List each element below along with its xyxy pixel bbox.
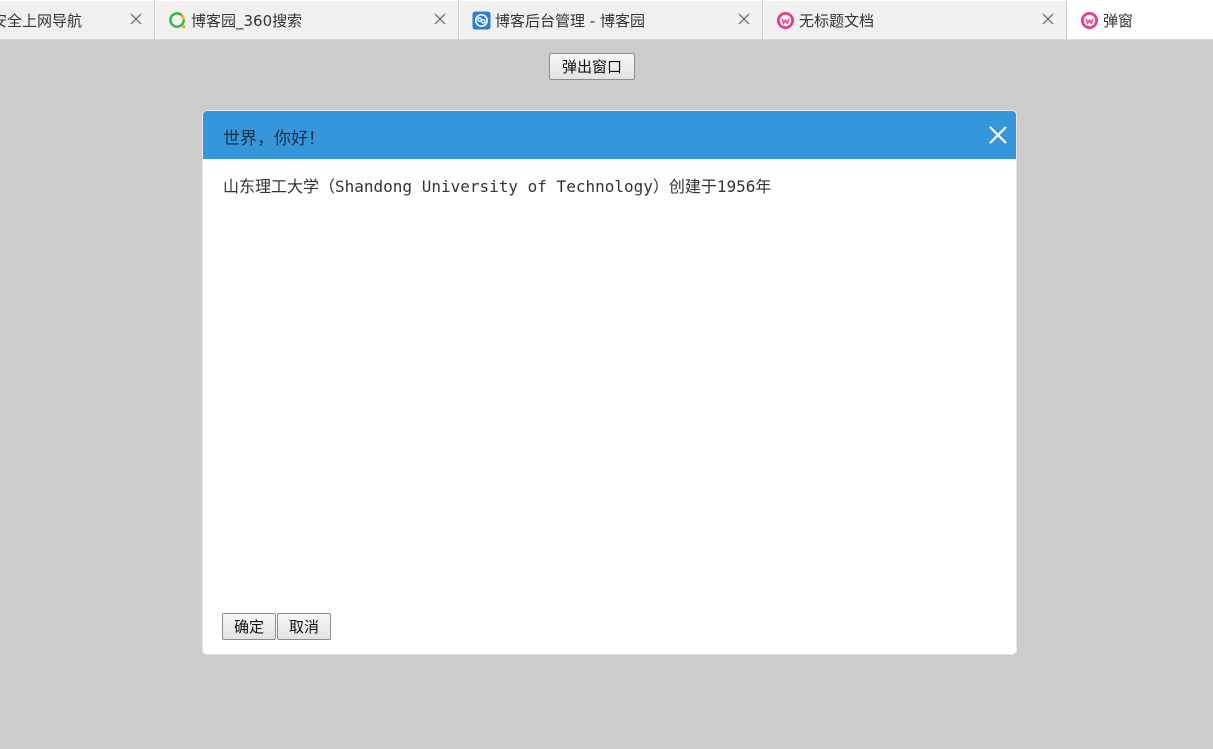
browser-tab-bar: 安全上网导航 博客园_360搜索 博客后台管理 - 博客园 无标题文档 弹窗 (0, 0, 1213, 40)
cancel-button[interactable]: 取消 (277, 613, 331, 640)
close-icon[interactable] (986, 123, 1010, 147)
tab-cnblogs-admin[interactable]: 博客后台管理 - 博客园 (460, 1, 763, 39)
popup-dialog: 世界，你好！ 山东理工大学（Shandong University of Tec… (202, 110, 1017, 655)
dialog-body-text: 山东理工大学（Shandong University of Technology… (223, 177, 772, 196)
tab-label: 无标题文档 (799, 11, 875, 30)
close-icon[interactable] (736, 11, 752, 27)
open-popup-button[interactable]: 弹出窗口 (549, 53, 635, 80)
webstorm-icon (1080, 11, 1099, 29)
tab-label: 博客后台管理 - 博客园 (495, 11, 645, 30)
tab-untitled-doc[interactable]: 无标题文档 (764, 1, 1067, 39)
tab-360-search[interactable]: 博客园_360搜索 (156, 1, 459, 39)
webstorm-icon (776, 11, 795, 29)
confirm-button[interactable]: 确定 (222, 613, 276, 640)
dialog-header: 世界，你好！ (203, 111, 1016, 159)
tab-label: 博客园_360搜索 (191, 11, 303, 30)
cnblogs-icon (472, 10, 491, 30)
tab-popup[interactable]: 弹窗 (1068, 1, 1213, 39)
360-search-icon (169, 11, 186, 28)
close-icon[interactable] (432, 11, 448, 27)
close-icon[interactable] (128, 11, 144, 27)
tab-label: 弹窗 (1103, 11, 1134, 30)
dialog-title: 世界，你好！ (223, 129, 325, 149)
tab-safe-nav[interactable]: 安全上网导航 (0, 1, 155, 39)
close-icon[interactable] (1040, 11, 1056, 27)
